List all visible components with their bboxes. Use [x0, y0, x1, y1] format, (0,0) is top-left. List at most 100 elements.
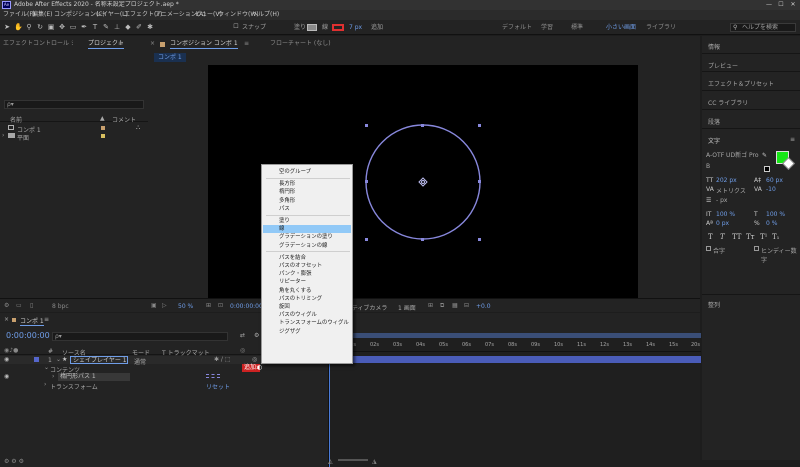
tsume-value[interactable]: 0 % — [766, 220, 777, 227]
puppet-tool-icon[interactable]: ✱ — [146, 23, 154, 31]
small-caps-button[interactable]: Tт — [746, 233, 755, 241]
layer-label-color[interactable] — [34, 357, 39, 362]
transparency-grid-icon[interactable]: ▦ — [452, 302, 458, 309]
tab-composition[interactable]: コンポジション コンポ 1 — [170, 40, 238, 49]
project-search-input[interactable] — [4, 100, 144, 109]
minimize-button[interactable]: — — [764, 1, 774, 9]
paragraph-title[interactable]: 段落 — [708, 117, 720, 126]
panel-menu-icon[interactable]: ≡ — [118, 40, 123, 48]
workspace-small-screen[interactable]: 小さい画面 — [606, 24, 636, 31]
baseline-value[interactable]: 0 px — [716, 220, 729, 227]
col-comment[interactable]: コメント — [112, 115, 136, 124]
close-tab-icon[interactable]: × — [4, 316, 9, 323]
context-menu-item[interactable]: 空のグループ — [263, 168, 351, 176]
timeline-link-icon[interactable]: ⊟ — [464, 302, 469, 309]
maximize-button[interactable]: ☐ — [776, 1, 786, 9]
current-time-indicator[interactable] — [329, 352, 330, 467]
timeline-tab[interactable]: コンポ 1 — [20, 316, 44, 326]
trash-icon[interactable]: ▯ — [30, 302, 33, 309]
zoom-value[interactable]: 50 % — [178, 303, 193, 310]
workspace-learn[interactable]: 学習 — [541, 24, 553, 31]
col-name[interactable]: 名前 — [10, 115, 22, 124]
grid-icon[interactable]: ⊡ — [218, 302, 223, 309]
label-color-tag[interactable] — [101, 126, 105, 130]
rotate-tool-icon[interactable]: ↻ — [36, 23, 44, 31]
layer-switches-toggle-icon[interactable]: ⚙ ⚙ ⚙ — [4, 458, 24, 465]
menu-help[interactable]: ヘルプ(H) — [252, 11, 279, 19]
av-switches-icon[interactable]: ◉♪● — [4, 347, 18, 354]
close-tab-icon[interactable]: × — [150, 40, 155, 48]
col-type-tag[interactable]: ▲ — [100, 115, 105, 122]
vertical-scale-value[interactable]: 100 % — [716, 211, 735, 218]
kerning-value[interactable]: メトリクス — [716, 186, 746, 195]
info-panel-title[interactable]: 情報 — [708, 42, 720, 51]
pan-behind-tool-icon[interactable]: ✥ — [58, 23, 66, 31]
align-panel-title[interactable]: 整列 — [708, 300, 720, 309]
panel-menu-icon[interactable]: ≡ — [44, 316, 49, 323]
horizontal-scale-value[interactable]: 100 % — [766, 211, 785, 218]
type-tool-icon[interactable]: T — [91, 23, 99, 31]
faux-italic-button[interactable]: T — [720, 233, 725, 241]
current-time[interactable]: 0:00:00:00 — [230, 303, 263, 310]
context-menu-item[interactable]: 旋回 — [263, 303, 351, 311]
expand-arrow-icon[interactable]: ⌄ — [44, 364, 49, 371]
preview-icon[interactable]: ▷ — [162, 302, 167, 309]
workspace-libraries[interactable]: ライブラリ — [646, 24, 676, 31]
menu-edit[interactable]: 編集(E) — [32, 11, 52, 19]
subscript-button[interactable]: T₁ — [772, 233, 779, 241]
timeline-search-input[interactable] — [52, 332, 228, 341]
switch-icons[interactable]: ✱ / ⬚ — [214, 356, 231, 363]
parent-pickwhip-icon[interactable]: ◎ — [240, 347, 245, 354]
fill-color-swatch[interactable] — [307, 24, 317, 31]
context-menu-item[interactable]: パスのオフセット — [263, 262, 351, 270]
clone-stamp-tool-icon[interactable]: ⊥ — [113, 23, 121, 31]
all-caps-button[interactable]: TT — [732, 233, 741, 241]
contents-row[interactable]: ⌄ コンテンツ 追加: ◐ — [0, 364, 326, 374]
parent-pickwhip-icon[interactable]: ◎ — [252, 356, 257, 363]
panel-menu-icon[interactable]: ≡ — [244, 40, 249, 48]
bpc-label[interactable]: 8 bpc — [52, 303, 69, 310]
label-color-tag[interactable] — [101, 134, 105, 138]
fast-preview-icon[interactable]: ⧉ — [440, 302, 444, 310]
context-menu-item[interactable]: グラデーションの塗り — [263, 233, 351, 241]
comp-mini-flowchart-icon[interactable]: ⇄ — [240, 332, 245, 339]
selection-tool-icon[interactable]: ➤ — [3, 23, 11, 31]
pixel-aspect-icon[interactable]: ⊞ — [428, 302, 433, 309]
layer-duration-bar[interactable] — [329, 356, 701, 363]
close-button[interactable]: ✕ — [788, 1, 798, 9]
panel-menu-icon[interactable]: ≡ — [790, 136, 795, 143]
workspace-default[interactable]: デフォルト — [502, 24, 532, 31]
add-arrow-icon[interactable]: ◐ — [257, 364, 262, 371]
camera-tool-icon[interactable]: ▣ — [47, 23, 55, 31]
expand-arrow-icon[interactable]: › — [44, 381, 46, 388]
font-size-value[interactable]: 202 px — [716, 177, 737, 184]
zoom-in-icon[interactable]: ◮ — [372, 458, 377, 465]
eyedropper-icon[interactable]: ✎ — [762, 152, 767, 159]
context-menu-item[interactable]: パス — [263, 205, 351, 213]
view-layout-select[interactable]: 1 画面 — [398, 303, 416, 312]
reset-link[interactable]: リセット — [206, 382, 230, 391]
brush-tool-icon[interactable]: ✎ — [102, 23, 110, 31]
settings-icon[interactable]: ⚙ — [4, 302, 9, 309]
ellipse-path-row[interactable]: ◉ › 楕円形パス 1 — [0, 373, 326, 381]
timeline-track-area[interactable]: 0s 01s 02s 03s 04s 05s 06s 07s 08s 09s 1… — [328, 333, 701, 467]
tab-effect-controls[interactable]: エフェクトコントロール シェイプレイヤー 1 — [3, 40, 73, 48]
add-label[interactable]: 追加 — [371, 24, 383, 31]
eraser-tool-icon[interactable]: ◆ — [124, 23, 132, 31]
expand-arrow-icon[interactable]: ⌄ — [56, 356, 61, 363]
superscript-button[interactable]: T¹ — [760, 233, 767, 241]
cc-libraries-title[interactable]: CC ライブラリ — [708, 98, 748, 107]
context-menu-item[interactable]: 角を丸くする — [263, 287, 351, 295]
stroke-color-swatch[interactable] — [332, 24, 344, 31]
unit-value[interactable]: - px — [716, 197, 727, 204]
snap-checkbox-icon[interactable]: ☐ — [232, 23, 240, 31]
font-style-select[interactable]: B — [706, 163, 760, 171]
context-menu-item[interactable]: 塗り — [263, 217, 351, 225]
effects-presets-title[interactable]: エフェクト＆プリセット — [708, 79, 774, 88]
layer-name[interactable]: シェイプレイヤー 1 — [70, 356, 128, 364]
pen-tool-icon[interactable]: ✒ — [80, 23, 88, 31]
ellipse-path-name[interactable]: 楕円形パス 1 — [58, 373, 130, 381]
context-menu-item[interactable]: 楕円形 — [263, 188, 351, 196]
black-swatch[interactable] — [764, 166, 770, 172]
context-menu-item[interactable]: リピーター — [263, 278, 351, 286]
